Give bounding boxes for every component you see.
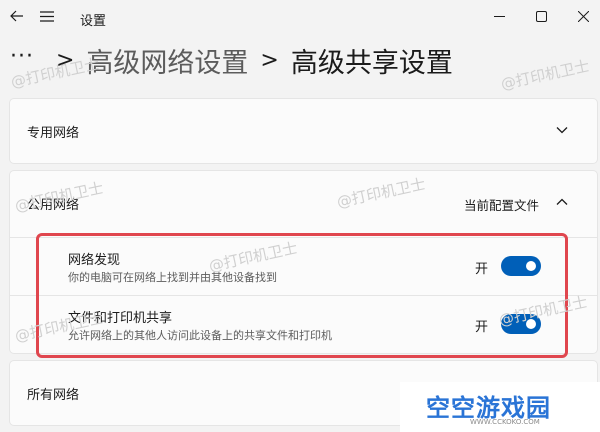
file-printer-sharing-description: 允许网络上的其他人访问此设备上的共享文件和打印机 <box>68 329 332 342</box>
brand-logo: 空空游戏园 WWW.CCKOKO.COM <box>400 382 600 432</box>
minimize-button[interactable] <box>482 0 516 32</box>
app-title: 设置 <box>80 14 107 29</box>
network-discovery-row: 网络发现 你的电脑可在网络上找到并由其他设备找到 开 <box>10 237 597 295</box>
chevron-down-icon[interactable] <box>555 123 569 137</box>
network-discovery-toggle[interactable] <box>501 256 541 276</box>
title-bar: 设置 <box>0 0 600 36</box>
page-title: 高级共享设置 <box>290 47 453 79</box>
file-printer-sharing-state: 开 <box>475 320 489 335</box>
maximize-button[interactable] <box>524 0 558 32</box>
network-discovery-description: 你的电脑可在网络上找到并由其他设备找到 <box>68 271 277 284</box>
private-network-header[interactable]: 专用网络 <box>10 99 597 164</box>
minimize-icon <box>493 15 505 17</box>
chevron-up-icon[interactable] <box>555 195 569 209</box>
close-icon <box>577 10 589 22</box>
watermark-text: @打印机卫士 <box>499 56 592 94</box>
brand-url: WWW.CCKOKO.COM <box>470 418 540 426</box>
close-button[interactable] <box>566 0 600 32</box>
private-network-title: 专用网络 <box>27 126 80 141</box>
back-button[interactable] <box>0 0 34 32</box>
breadcrumb-advanced-network[interactable]: 高级网络设置 <box>86 41 248 80</box>
breadcrumb-separator: > <box>260 47 279 73</box>
network-discovery-title: 网络发现 <box>68 253 121 268</box>
current-profile-label: 当前配置文件 <box>463 198 539 213</box>
all-networks-title: 所有网络 <box>27 388 80 403</box>
hamburger-icon <box>40 10 54 22</box>
network-discovery-state: 开 <box>475 262 489 277</box>
private-network-section[interactable]: 专用网络 <box>9 98 598 164</box>
maximize-icon <box>535 10 547 22</box>
arrow-left-icon <box>10 10 23 22</box>
nav-menu-button[interactable] <box>30 0 64 32</box>
toggle-knob <box>526 261 536 271</box>
